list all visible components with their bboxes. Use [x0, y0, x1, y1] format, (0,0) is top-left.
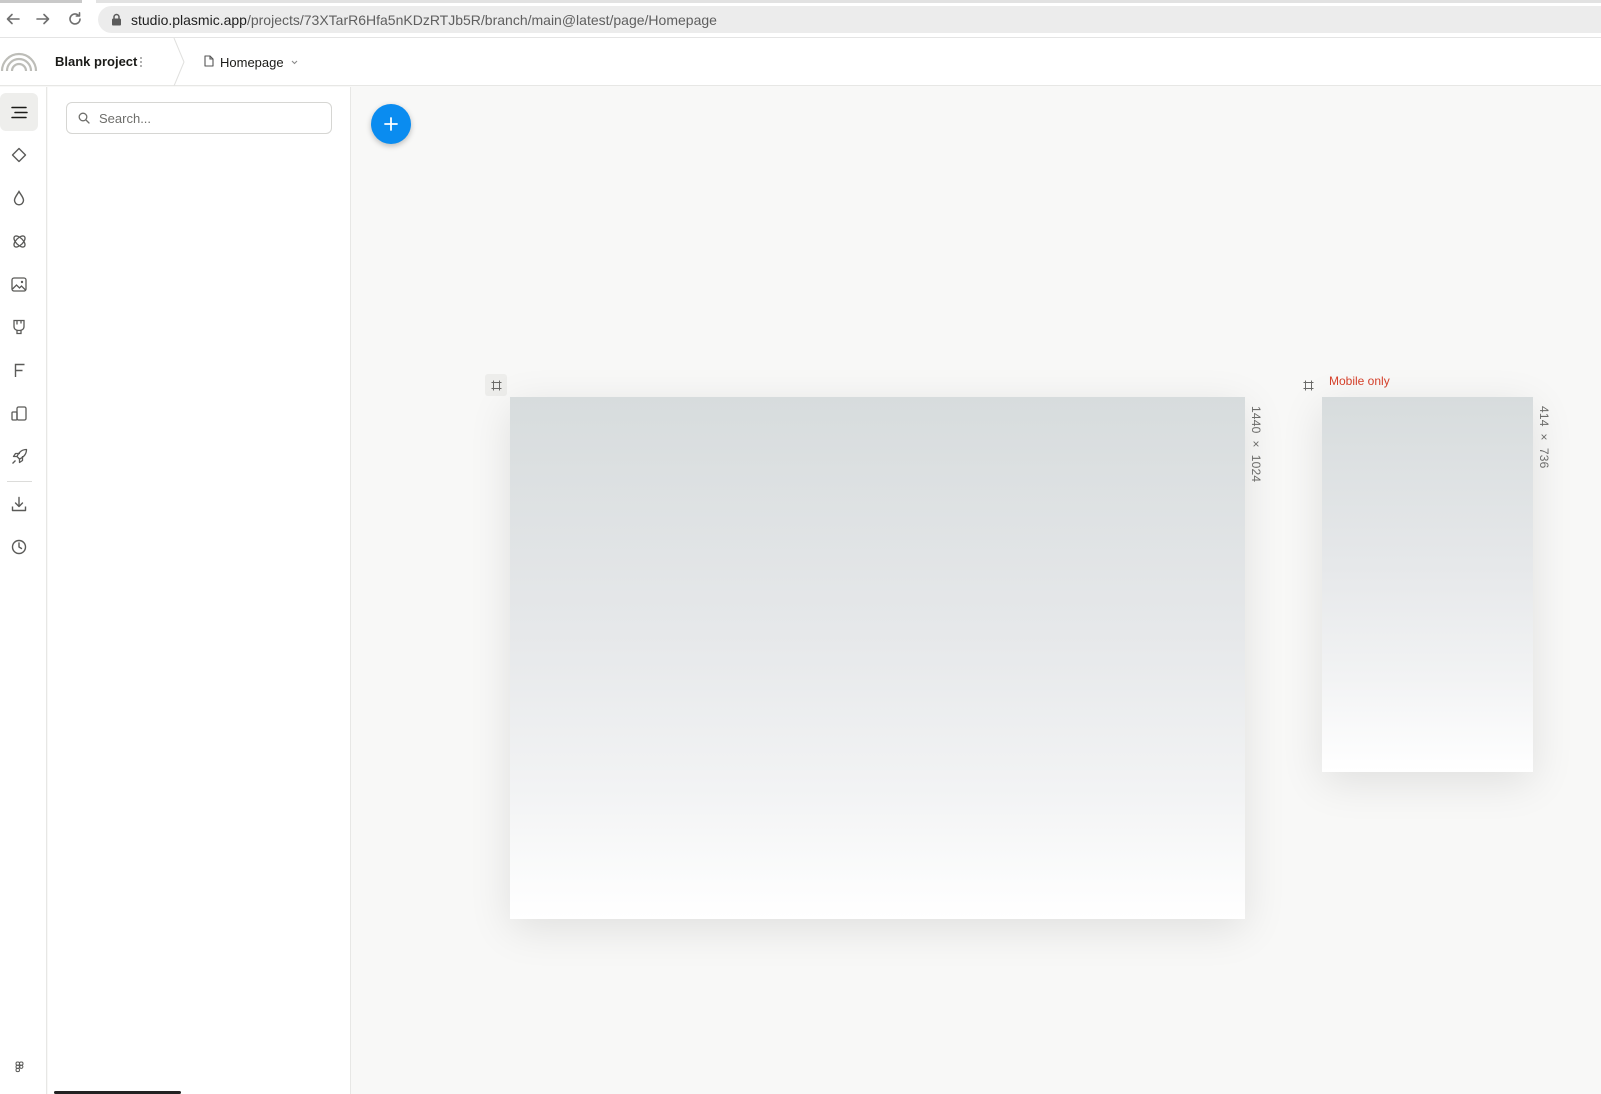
search-field[interactable]: [66, 102, 332, 134]
mobile-artboard[interactable]: [1322, 397, 1533, 772]
import-icon[interactable]: [0, 485, 38, 523]
left-icon-rail: [0, 87, 47, 1094]
url-host: studio.plasmic.app: [131, 11, 247, 28]
desktop-artboard[interactable]: [510, 397, 1245, 919]
breadcrumb-divider: [172, 37, 188, 87]
design-canvas[interactable]: 1440 × 1024 Mobile only 414 × 736: [352, 87, 1601, 1094]
page-selector[interactable]: Homepage: [204, 52, 298, 72]
more-vertical-icon[interactable]: [136, 52, 146, 72]
forward-arrow-icon[interactable]: [33, 9, 53, 29]
page-icon: [204, 54, 214, 70]
browser-tab-indicator: [0, 0, 82, 3]
plasmic-logo-icon[interactable]: [0, 50, 38, 72]
browser-toolbar: studio.plasmic.app/projects/73XTarR6Hfa5…: [0, 0, 1601, 38]
mobile-frame-size: 414 × 736: [1537, 406, 1551, 469]
url-text: studio.plasmic.app/projects/73XTarR6Hfa5…: [131, 12, 717, 28]
chevron-down-icon: [291, 57, 298, 67]
fonts-icon[interactable]: [0, 351, 38, 389]
publish-icon[interactable]: [0, 437, 38, 475]
lock-icon: [109, 13, 123, 27]
search-icon: [78, 112, 91, 125]
mobile-frame-handle-icon[interactable]: [1297, 374, 1319, 396]
outline-icon[interactable]: [0, 93, 38, 131]
images-icon[interactable]: [0, 265, 38, 303]
components-icon[interactable]: [0, 136, 38, 174]
back-arrow-icon[interactable]: [3, 9, 23, 29]
address-bar[interactable]: studio.plasmic.app/projects/73XTarR6Hfa5…: [98, 6, 1601, 33]
mobile-frame-label[interactable]: Mobile only: [1329, 374, 1390, 388]
add-element-button[interactable]: [371, 104, 411, 144]
data-icon[interactable]: [0, 308, 38, 346]
url-path: /projects/73XTarR6Hfa5nKDzRTJb5R/branch/…: [246, 11, 717, 28]
app-header: Blank project Homepage: [0, 37, 1601, 87]
mixins-icon[interactable]: [0, 222, 38, 260]
reload-icon[interactable]: [65, 9, 85, 29]
responsiveness-icon[interactable]: [0, 394, 38, 432]
style-tokens-icon[interactable]: [0, 179, 38, 217]
search-input[interactable]: [99, 110, 319, 126]
rail-divider: [7, 481, 32, 482]
project-name[interactable]: Blank project: [55, 54, 137, 69]
browser-tab-strip: [96, 0, 1601, 3]
outline-panel: [48, 87, 351, 1094]
desktop-frame-size: 1440 × 1024: [1249, 406, 1263, 483]
history-icon[interactable]: [0, 528, 38, 566]
desktop-frame-handle-icon[interactable]: [485, 374, 507, 396]
page-name: Homepage: [220, 54, 284, 70]
figma-icon[interactable]: [12, 1060, 26, 1074]
